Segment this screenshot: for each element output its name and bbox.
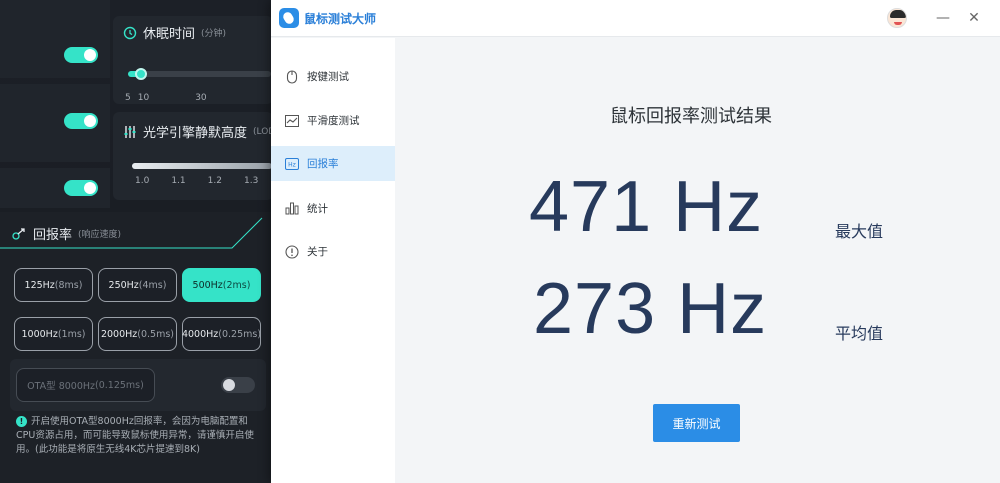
app-title: 鼠标测试大师	[304, 12, 377, 26]
hz-icon: Hz	[285, 157, 299, 171]
rate-option-1000hz[interactable]: 1000Hz (1ms)	[14, 317, 93, 351]
feature-toggle[interactable]	[64, 113, 98, 129]
tick-label: 10	[137, 93, 150, 103]
title-bar: 鼠标测试大师 — ✕	[271, 0, 1000, 37]
slider-fill	[132, 163, 272, 169]
app-logo-icon	[279, 8, 299, 28]
rate-option-500hz[interactable]: 500Hz (2ms)	[182, 268, 261, 302]
speed-icon	[12, 227, 25, 240]
bg-row	[0, 0, 110, 78]
rate-value: 500Hz	[192, 279, 223, 291]
nav-item-button-test[interactable]: 按键测试	[271, 59, 395, 94]
mouse-icon	[285, 69, 299, 84]
retest-button[interactable]: 重新测试	[653, 404, 740, 442]
rate-ms: (1ms)	[57, 328, 86, 340]
feature-toggle[interactable]	[64, 180, 98, 196]
info-icon: !	[16, 416, 27, 427]
tick-label: 1.2	[207, 176, 222, 186]
result-panel: 鼠标回报率测试结果 471 Hz 最大值 273 Hz 平均值 重新测试	[395, 38, 1000, 483]
polling-subtitle: (响应速度)	[78, 230, 122, 240]
rate-option-ota-8000hz[interactable]: OTA型 8000Hz (0.125ms)	[16, 368, 155, 402]
nav-item-polling-rate[interactable]: Hz 回报率	[271, 146, 395, 181]
mouse-test-window: 鼠标测试大师 — ✕ 按键测试 平滑度测试 Hz 回报率 统计 关于 鼠标回报率…	[271, 0, 1000, 483]
lod-slider[interactable]	[132, 163, 272, 169]
rate-value: 1000Hz	[21, 328, 58, 340]
avg-value-label: 平均值	[835, 324, 884, 343]
lod-title: 光学引擎静默高度 (LOD	[123, 122, 275, 141]
rate-ms: (8ms)	[54, 279, 83, 291]
tick-label: 1.0	[135, 176, 150, 186]
lod-ticks: 1.0 1.1 1.2 1.3	[135, 176, 258, 186]
nav-label: 回报率	[307, 158, 339, 170]
rate-value: 250Hz	[108, 279, 139, 291]
nav-label: 关于	[307, 246, 328, 258]
rate-option-250hz[interactable]: 250Hz (4ms)	[98, 268, 177, 302]
lod-label: 光学引擎静默高度	[143, 126, 248, 141]
max-polling-rate-value: 471 Hz	[529, 167, 764, 247]
tick-label: 5	[125, 93, 131, 103]
nav-label: 平滑度测试	[307, 115, 360, 127]
rate-ms: (0.125ms)	[95, 379, 144, 391]
ota-warning-note: ! 开启使用OTA型8000Hz回报率，会因为电脑配置和CPU资源占用，而可能导致…	[16, 415, 262, 457]
rate-ms: (0.25ms)	[218, 328, 262, 340]
sliders-icon	[124, 125, 136, 138]
info-icon	[285, 244, 299, 259]
sleep-time-ticks: 5 10 30	[125, 93, 207, 103]
sleep-time-unit: (分钟)	[201, 29, 227, 39]
slider-handle[interactable]	[135, 68, 147, 80]
minimize-button[interactable]: —	[933, 8, 953, 28]
tick-label: 30	[195, 93, 207, 103]
nav-item-statistics[interactable]: 统计	[271, 191, 395, 226]
sleep-time-label: 休眠时间	[143, 27, 196, 42]
rate-ms: (4ms)	[138, 279, 167, 291]
rate-value: 2000Hz	[100, 328, 138, 340]
rate-option-2000hz[interactable]: 2000Hz (0.5ms)	[98, 317, 177, 351]
nav-item-smoothness-test[interactable]: 平滑度测试	[271, 103, 395, 138]
close-button[interactable]: ✕	[964, 8, 984, 28]
svg-text:Hz: Hz	[288, 161, 296, 168]
sidebar: 按键测试 平滑度测试 Hz 回报率 统计 关于	[271, 38, 395, 483]
feature-toggle[interactable]	[64, 47, 98, 63]
sleep-time-title: 休眠时间 (分钟)	[123, 23, 226, 42]
ota-toggle[interactable]	[221, 377, 255, 393]
rate-option-4000hz[interactable]: 4000Hz (0.25ms)	[182, 317, 261, 351]
nav-label: 统计	[307, 203, 328, 215]
polling-label: 回报率	[33, 228, 73, 243]
polling-title: 回报率 (响应速度)	[12, 224, 121, 243]
rate-option-125hz[interactable]: 125Hz (8ms)	[14, 268, 93, 302]
sleep-time-slider[interactable]	[128, 71, 271, 77]
rate-ms: (0.5ms)	[137, 328, 175, 340]
nav-item-about[interactable]: 关于	[271, 234, 395, 269]
max-value-label: 最大值	[835, 222, 884, 241]
tick-label: 1.1	[171, 176, 186, 186]
rate-value: OTA型 8000Hz	[27, 381, 96, 392]
clock-icon	[123, 26, 137, 39]
tick-label: 1.3	[243, 176, 259, 186]
trend-icon	[285, 114, 299, 128]
result-title: 鼠标回报率测试结果	[610, 106, 772, 127]
rate-value: 125Hz	[24, 279, 55, 291]
rate-ms: (2ms)	[222, 279, 251, 291]
bar-chart-icon	[285, 202, 299, 216]
avg-polling-rate-value: 273 Hz	[533, 269, 768, 349]
note-text: 开启使用OTA型8000Hz回报率，会因为电脑配置和CPU资源占用，而可能导致鼠…	[16, 416, 254, 455]
avatar[interactable]	[887, 8, 907, 28]
nav-label: 按键测试	[307, 71, 349, 83]
rate-value: 4000Hz	[181, 328, 219, 340]
